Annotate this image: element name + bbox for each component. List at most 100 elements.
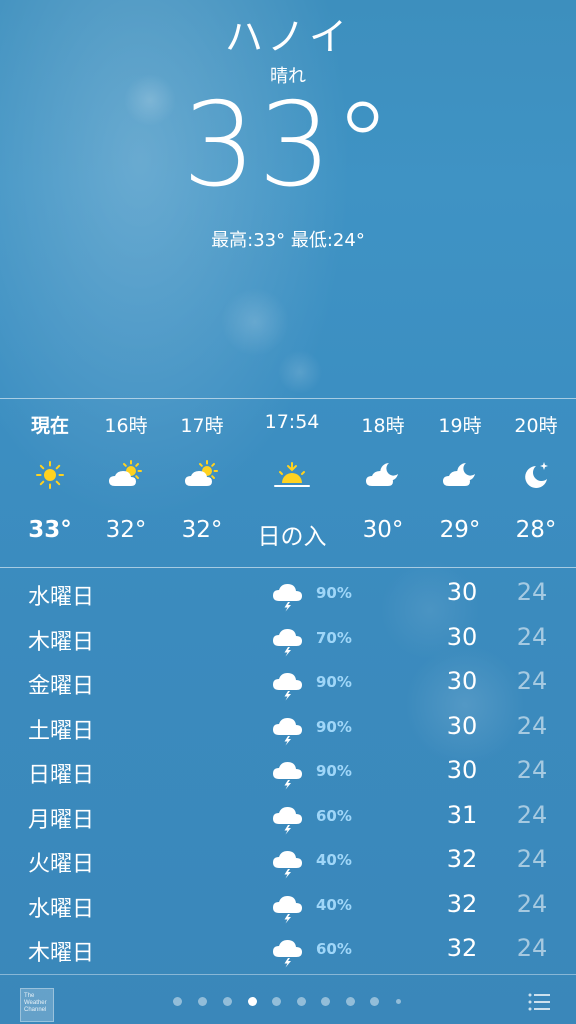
page-dot-active[interactable]: [248, 997, 257, 1006]
hour-temperature: 32°: [105, 517, 147, 543]
hour-temperature: 28°: [515, 517, 557, 543]
thunderstorm-icon: [272, 936, 304, 968]
hour-label: 20時: [514, 415, 558, 437]
page-dot[interactable]: [272, 997, 281, 1006]
hour-label: 現在: [30, 415, 69, 437]
high-temperature: 32: [446, 845, 478, 873]
high-temperature: 30: [446, 578, 478, 606]
high-temperature: 30: [446, 667, 478, 695]
daily-row: 水曜日 40% 32 24: [0, 884, 576, 928]
page-dot[interactable]: [198, 997, 207, 1006]
precipitation-chance: 90%: [316, 673, 352, 691]
page-dot[interactable]: [346, 997, 355, 1006]
precipitation-chance: 70%: [316, 628, 352, 647]
partly-cloudy-night-icon: [440, 459, 480, 491]
page-dot[interactable]: [223, 997, 232, 1006]
thunderstorm-icon: [272, 758, 304, 790]
low-temperature: 24: [516, 622, 548, 651]
hourly-item-20: 20時 28°: [496, 399, 576, 567]
low-temperature: 24: [516, 845, 548, 873]
day-name: 水曜日: [28, 585, 95, 610]
daily-row: 木曜日 60% 32 24: [0, 928, 576, 972]
daily-row: 水曜日 90% 30 24: [0, 572, 576, 616]
page-dot[interactable]: [370, 997, 379, 1006]
partly-cloudy-day-icon: [106, 459, 146, 491]
daily-row: 木曜日 70% 30 24: [0, 617, 576, 661]
high-temperature: 30: [446, 711, 478, 740]
precipitation-chance: 90%: [316, 584, 352, 602]
hour-label: 17:54: [264, 411, 320, 433]
daily-row: 日曜日 90% 30 24: [0, 750, 576, 794]
city-name: ハノイ: [224, 15, 351, 59]
daily-row: 土曜日 90% 30 24: [0, 706, 576, 750]
day-name: 水曜日: [28, 896, 95, 922]
daily-row: 金曜日 90% 30 24: [0, 661, 576, 705]
high-temperature: 32: [446, 889, 478, 918]
thunderstorm-icon: [272, 580, 304, 612]
day-name: 土曜日: [28, 718, 95, 744]
sun-icon: [30, 459, 70, 491]
page-indicator[interactable]: [0, 997, 576, 1007]
partly-cloudy-day-icon: [182, 459, 222, 491]
page-dot[interactable]: [297, 997, 306, 1006]
hourly-item-now: 現在 33°: [10, 399, 90, 567]
hour-label: 17時: [180, 415, 224, 437]
day-name: 日曜日: [28, 763, 95, 788]
hour-temperature: 日の入: [257, 524, 327, 550]
day-name: 木曜日: [28, 629, 95, 655]
page-dot[interactable]: [396, 999, 401, 1004]
thunderstorm-icon: [272, 714, 304, 746]
footer-bar: The Weather Channel: [0, 975, 576, 1024]
daily-forecast[interactable]: 水曜日 90% 30 24 木曜日 70% 30 24 金曜日 90% 30 2…: [0, 572, 576, 972]
page-dot[interactable]: [321, 997, 330, 1006]
moon-icon: [516, 459, 556, 491]
hour-temperature: 29°: [439, 517, 481, 543]
hourly-item-18: 18時 30°: [343, 399, 423, 567]
high-temperature: 32: [446, 934, 478, 962]
day-name: 金曜日: [28, 674, 95, 699]
precipitation-chance: 40%: [316, 851, 352, 869]
hour-temperature: 30°: [362, 517, 404, 543]
list-icon[interactable]: [528, 993, 550, 1011]
thunderstorm-icon: [272, 803, 304, 835]
day-name: 月曜日: [28, 807, 95, 833]
daily-row: 火曜日 40% 32 24: [0, 839, 576, 883]
hour-label: 18時: [361, 415, 405, 437]
hour-label: 16時: [104, 415, 148, 437]
day-name: 木曜日: [28, 941, 95, 966]
day-name: 火曜日: [28, 852, 95, 877]
hourly-forecast[interactable]: 現在 33° 16時 32° 17時 32° 17:54 日の入 18時 30°…: [0, 399, 576, 567]
hourly-bottom-divider: [0, 567, 576, 568]
low-temperature: 24: [516, 667, 548, 695]
precipitation-chance: 90%: [316, 762, 352, 780]
hour-temperature: 32°: [181, 517, 223, 543]
low-temperature: 24: [516, 800, 548, 829]
page-dot[interactable]: [173, 997, 182, 1006]
hourly-item-sunset: 17:54 日の入: [252, 399, 332, 567]
daily-row: 月曜日 60% 31 24: [0, 795, 576, 839]
low-temperature: 24: [516, 889, 548, 918]
hourly-item-17: 17時 32°: [162, 399, 242, 567]
hourly-item-19: 19時 29°: [420, 399, 500, 567]
high-low-temperature: 最高:33° 最低:24°: [211, 230, 365, 251]
high-temperature: 30: [446, 756, 478, 784]
current-weather-header: ハノイ 晴れ 33° 最高:33° 最低:24°: [0, 0, 576, 398]
low-temperature: 24: [516, 578, 548, 606]
precipitation-chance: 40%: [316, 895, 352, 914]
partly-cloudy-night-icon: [363, 459, 403, 491]
thunderstorm-icon: [272, 669, 304, 701]
high-temperature: 30: [446, 622, 478, 651]
thunderstorm-icon: [272, 847, 304, 879]
precipitation-chance: 90%: [316, 717, 352, 736]
hourly-item-16: 16時 32°: [86, 399, 166, 567]
low-temperature: 24: [516, 711, 548, 740]
hour-temperature: 33°: [28, 517, 72, 543]
low-temperature: 24: [516, 934, 548, 962]
high-temperature: 31: [446, 800, 478, 829]
precipitation-chance: 60%: [316, 806, 352, 825]
precipitation-chance: 60%: [316, 940, 352, 958]
low-temperature: 24: [516, 756, 548, 784]
thunderstorm-icon: [272, 892, 304, 924]
thunderstorm-icon: [272, 625, 304, 657]
sunset-icon: [272, 459, 312, 491]
